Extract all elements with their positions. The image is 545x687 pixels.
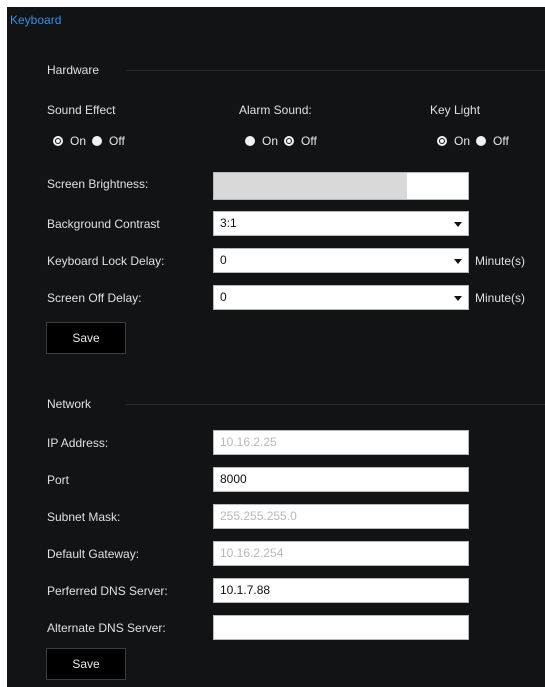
default-gateway-input[interactable]: 10.16.2.254 bbox=[213, 541, 469, 566]
panel-title: Keyboard bbox=[10, 13, 62, 27]
screen-brightness-label: Screen Brightness: bbox=[47, 177, 149, 191]
alarm-sound-off-label: Off bbox=[301, 134, 317, 148]
keyboard-lock-delay-unit: Minute(s) bbox=[475, 254, 526, 268]
screen-off-delay-label: Screen Off Delay: bbox=[47, 291, 142, 305]
key-light-on-label: On bbox=[454, 134, 471, 148]
chevron-down-icon bbox=[454, 259, 462, 264]
hardware-section-divider bbox=[126, 70, 545, 71]
port-input[interactable]: 8000 bbox=[213, 467, 469, 492]
hardware-section-title: Hardware bbox=[47, 63, 100, 77]
screen-off-delay-unit: Minute(s) bbox=[475, 291, 526, 305]
chevron-down-icon bbox=[454, 296, 462, 301]
background-contrast-select[interactable]: 3:1 bbox=[213, 211, 469, 236]
screen-brightness-slider[interactable] bbox=[213, 172, 469, 200]
alternate-dns-input[interactable] bbox=[213, 615, 469, 640]
alarm-sound-on-radio[interactable] bbox=[245, 136, 255, 146]
chevron-down-icon bbox=[454, 222, 462, 227]
sound-effect-label: Sound Effect bbox=[47, 103, 116, 117]
sound-effect-on-radio[interactable] bbox=[53, 136, 63, 146]
screen-off-delay-select[interactable]: 0 bbox=[213, 285, 469, 310]
key-light-radio-group: On Off bbox=[437, 134, 515, 148]
screen-brightness-slider-fill bbox=[214, 173, 408, 199]
background-contrast-value: 3:1 bbox=[220, 216, 237, 230]
subnet-mask-input[interactable]: 255.255.255.0 bbox=[213, 504, 469, 529]
screen-off-delay-value: 0 bbox=[220, 290, 227, 304]
key-light-on-radio[interactable] bbox=[437, 136, 447, 146]
network-section-title: Network bbox=[47, 397, 92, 411]
alarm-sound-off-radio[interactable] bbox=[284, 136, 295, 146]
keyboard-lock-delay-value: 0 bbox=[220, 253, 227, 267]
preferred-dns-input[interactable]: 10.1.7.88 bbox=[213, 578, 469, 603]
subnet-mask-label: Subnet Mask: bbox=[47, 510, 121, 524]
alarm-sound-label: Alarm Sound: bbox=[239, 103, 312, 117]
network-save-button[interactable]: Save bbox=[46, 648, 126, 680]
alternate-dns-label: Alternate DNS Server: bbox=[47, 621, 166, 635]
port-label: Port bbox=[47, 473, 70, 487]
key-light-off-label: Off bbox=[493, 134, 509, 148]
preferred-dns-label: Perferred DNS Server: bbox=[47, 584, 168, 598]
background-contrast-label: Background Contrast bbox=[47, 217, 160, 231]
sound-effect-off-radio[interactable] bbox=[92, 136, 103, 146]
key-light-off-radio[interactable] bbox=[476, 136, 487, 146]
hardware-save-button[interactable]: Save bbox=[46, 322, 126, 354]
key-light-label: Key Light bbox=[430, 103, 481, 117]
ip-address-label: IP Address: bbox=[47, 436, 109, 450]
sound-effect-radio-group: On Off bbox=[53, 134, 131, 148]
keyboard-lock-delay-label: Keyboard Lock Delay: bbox=[47, 254, 165, 268]
sound-effect-off-label: Off bbox=[109, 134, 125, 148]
sound-effect-on-label: On bbox=[70, 134, 87, 148]
alarm-sound-on-label: On bbox=[262, 134, 279, 148]
keyboard-settings-panel: Keyboard Hardware Sound Effect On Off Al… bbox=[7, 7, 545, 687]
ip-address-input[interactable]: 10.16.2.25 bbox=[213, 430, 469, 455]
alarm-sound-radio-group: On Off bbox=[245, 134, 323, 148]
default-gateway-label: Default Gateway: bbox=[47, 547, 140, 561]
keyboard-lock-delay-select[interactable]: 0 bbox=[213, 248, 469, 273]
network-section-divider bbox=[126, 404, 545, 405]
